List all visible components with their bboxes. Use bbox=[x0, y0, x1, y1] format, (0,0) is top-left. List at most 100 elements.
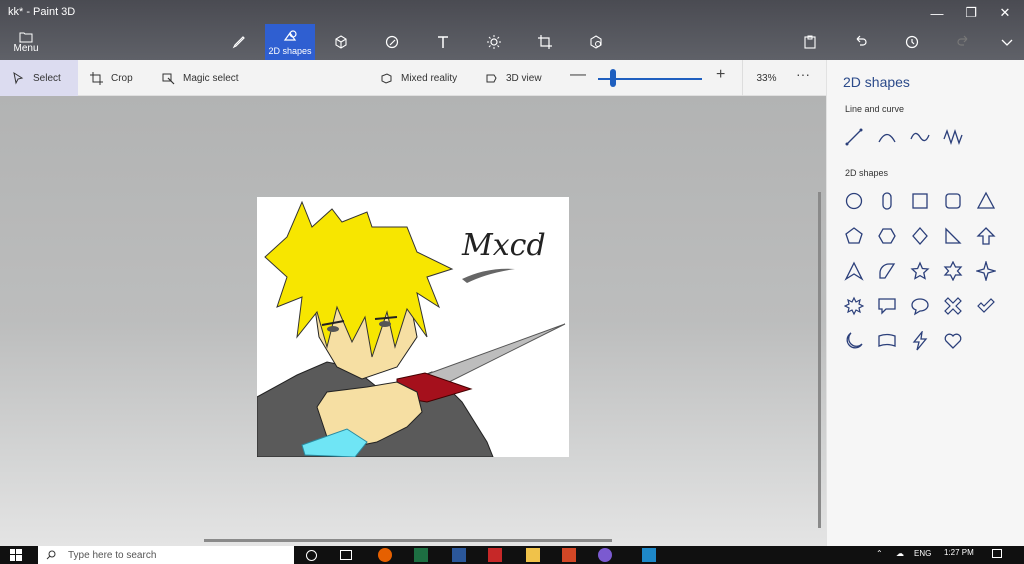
heart-shape[interactable] bbox=[942, 330, 964, 352]
redo-button[interactable] bbox=[938, 24, 988, 60]
arrowhead-shape[interactable] bbox=[843, 260, 865, 282]
quarter-circle-shape[interactable] bbox=[876, 260, 898, 282]
rounded-square-shape[interactable] bbox=[942, 190, 964, 212]
zoom-in-button[interactable]: + bbox=[716, 66, 725, 84]
windows-start-icon[interactable] bbox=[10, 549, 22, 561]
s-curve-icon bbox=[910, 132, 930, 142]
clock-time[interactable]: 1:27 PM bbox=[944, 548, 974, 557]
square-icon bbox=[912, 193, 928, 209]
powerpoint-icon[interactable] bbox=[562, 548, 576, 562]
circle-shape[interactable] bbox=[843, 190, 865, 212]
diamond-shape[interactable] bbox=[909, 225, 931, 247]
mixed-reality-label: Mixed reality bbox=[401, 72, 458, 84]
hexagon-shape[interactable] bbox=[876, 225, 898, 247]
cortana-icon[interactable] bbox=[306, 550, 317, 561]
3d-view-button[interactable]: 3D view bbox=[473, 60, 554, 96]
horizontal-scrollbar[interactable] bbox=[204, 539, 612, 542]
zoom-percentage[interactable]: 33% bbox=[742, 60, 790, 96]
s-curve-shape[interactable] bbox=[909, 126, 931, 148]
3d-view-icon bbox=[486, 74, 497, 82]
check-shape[interactable] bbox=[975, 295, 997, 317]
star-6-icon bbox=[943, 261, 963, 281]
drawing-canvas[interactable]: Mxcd bbox=[257, 197, 569, 457]
zoom-out-button[interactable]: — bbox=[570, 66, 586, 84]
3d-shapes-tool[interactable] bbox=[316, 24, 366, 60]
star-6-shape[interactable] bbox=[942, 260, 964, 282]
expand-button[interactable] bbox=[982, 24, 1024, 60]
mixed-reality-button[interactable]: Mixed reality bbox=[368, 60, 469, 96]
triangle-shape[interactable] bbox=[975, 190, 997, 212]
menu-label: Menu bbox=[13, 42, 39, 54]
maximize-button[interactable]: ❐ bbox=[956, 4, 986, 22]
3d-view-label: 3D view bbox=[506, 72, 542, 84]
square-shape[interactable] bbox=[909, 190, 931, 212]
sticker-icon bbox=[385, 35, 399, 49]
menu-button[interactable]: Menu bbox=[6, 26, 46, 58]
magic-select-icon bbox=[162, 73, 175, 84]
canvas-tool[interactable] bbox=[520, 24, 570, 60]
word-icon[interactable] bbox=[452, 548, 466, 562]
star-icon bbox=[910, 261, 930, 280]
network-icon[interactable]: ☁ bbox=[896, 549, 904, 558]
banner-shape[interactable] bbox=[876, 330, 898, 352]
publisher-icon[interactable] bbox=[642, 548, 656, 562]
language-indicator[interactable]: ENG bbox=[914, 549, 931, 558]
burst-shape[interactable] bbox=[843, 295, 865, 317]
firefox-icon[interactable] bbox=[378, 548, 392, 562]
app-tp-icon[interactable] bbox=[488, 548, 502, 562]
file-explorer-icon[interactable] bbox=[526, 548, 540, 562]
stickers-tool[interactable] bbox=[367, 24, 417, 60]
paint-3d-taskbar-icon[interactable] bbox=[598, 548, 612, 562]
star-5-shape[interactable] bbox=[909, 260, 931, 282]
search-placeholder: Type here to search bbox=[68, 549, 157, 561]
pentagon-shape[interactable] bbox=[843, 225, 865, 247]
wave-shape[interactable] bbox=[942, 126, 964, 148]
tray-chevron-up-icon[interactable]: ⌃ bbox=[876, 549, 883, 558]
canvas-crop-icon bbox=[538, 35, 552, 49]
banner-icon bbox=[878, 333, 896, 347]
star-4-icon bbox=[976, 261, 996, 281]
section-lines-label: Line and curve bbox=[845, 104, 905, 114]
right-triangle-shape[interactable] bbox=[942, 225, 964, 247]
zoom-slider-thumb[interactable] bbox=[610, 69, 616, 87]
section-shapes-label: 2D shapes bbox=[845, 168, 889, 178]
diamond-icon bbox=[912, 227, 928, 245]
curve-shape[interactable] bbox=[876, 126, 898, 148]
crescent-shape[interactable] bbox=[843, 330, 865, 352]
effects-tool[interactable] bbox=[469, 24, 519, 60]
close-button[interactable]: ✕ bbox=[990, 4, 1020, 22]
speech-rect-shape[interactable] bbox=[876, 295, 898, 317]
crop-button[interactable]: Crop bbox=[78, 60, 145, 96]
brush-icon bbox=[232, 36, 245, 49]
taskbar-search-box[interactable]: Type here to search bbox=[38, 546, 294, 564]
text-tool[interactable] bbox=[418, 24, 468, 60]
cursor-icon bbox=[13, 71, 24, 85]
excel-icon[interactable] bbox=[414, 548, 428, 562]
arrowhead-icon bbox=[844, 261, 864, 281]
minimize-button[interactable]: — bbox=[922, 4, 952, 22]
line-shape[interactable] bbox=[843, 126, 865, 148]
speech-round-shape[interactable] bbox=[909, 295, 931, 317]
notifications-icon[interactable] bbox=[992, 549, 1002, 558]
task-view-icon[interactable] bbox=[340, 550, 352, 560]
3d-library-tool[interactable] bbox=[571, 24, 621, 60]
heart-icon bbox=[944, 333, 962, 349]
x-shape[interactable] bbox=[942, 295, 964, 317]
sun-icon bbox=[487, 35, 501, 49]
star-4-shape[interactable] bbox=[975, 260, 997, 282]
brushes-tool[interactable] bbox=[214, 24, 264, 60]
vertical-scrollbar[interactable] bbox=[818, 192, 821, 528]
pill-shape[interactable] bbox=[876, 190, 898, 212]
lightning-shape[interactable] bbox=[909, 330, 931, 352]
history-button[interactable] bbox=[887, 24, 937, 60]
2d-shapes-tool[interactable]: 2D shapes bbox=[265, 24, 315, 60]
paste-button[interactable] bbox=[785, 24, 835, 60]
select-button[interactable]: Select bbox=[0, 60, 78, 96]
magic-select-button[interactable]: Magic select bbox=[150, 60, 251, 96]
undo-button[interactable] bbox=[836, 24, 886, 60]
right-triangle-icon bbox=[945, 227, 962, 244]
arrow-up-shape[interactable] bbox=[975, 225, 997, 247]
pill-icon bbox=[882, 192, 892, 210]
more-options-button[interactable]: ··· bbox=[796, 66, 810, 82]
pentagon-icon bbox=[845, 227, 863, 244]
